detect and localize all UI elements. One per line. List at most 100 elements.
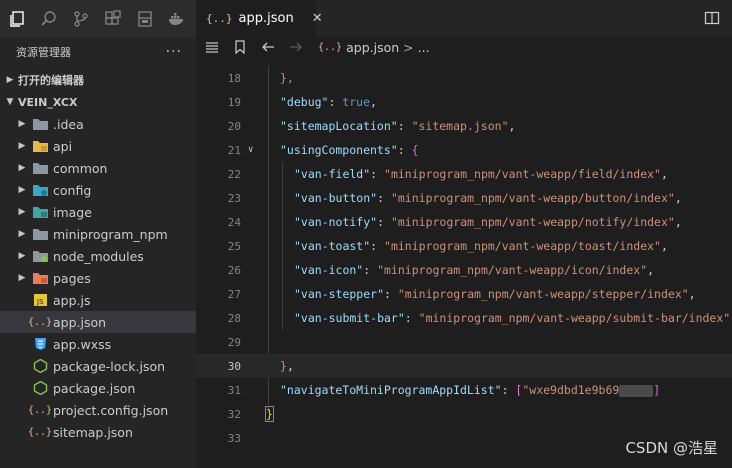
editor-toolbar: {..} app.json > ... (196, 36, 732, 58)
close-icon[interactable]: ✕ (312, 11, 323, 26)
tree-item-label: app.wxss (53, 336, 112, 352)
tree-item-api[interactable]: ▶ api (0, 135, 196, 157)
tree-item-label: config (53, 182, 92, 198)
tree-item-sitemap-json[interactable]: {..} sitemap.json (0, 421, 196, 443)
tab-bar: {..} app.json ✕ (196, 0, 732, 36)
tree-item-app-js[interactable]: JS app.js (0, 289, 196, 311)
remote-explorer-icon[interactable] (132, 6, 158, 32)
code-line: 25 "van-toast": "miniprogram_npm/vant-we… (196, 234, 732, 258)
section-workspace[interactable]: ▼ VEIN_XCX (0, 91, 196, 113)
json-key: "van-field" (294, 167, 371, 181)
code-line: 26 "van-icon": "miniprogram_npm/vant-wea… (196, 258, 732, 282)
line-text: "navigateToMiniProgramAppIdList": ["wxe9… (280, 383, 661, 397)
json-value: "miniprogram_npm/vant-weapp/field/index" (384, 167, 661, 181)
chevron-right-icon: ▶ (18, 163, 26, 173)
line-text: "van-field": "miniprogram_npm/vant-weapp… (294, 167, 668, 181)
line-number: 32 (227, 407, 241, 421)
json-value: "wxe9dbd1e9b69 (522, 383, 620, 397)
tree-item-label: pages (53, 270, 91, 286)
json-key: "debug" (280, 95, 329, 109)
more-actions-icon[interactable]: ··· (166, 44, 182, 60)
tree-item-label: app.json (53, 314, 107, 330)
tree-item-app-json[interactable]: {..} app.json (0, 311, 196, 333)
fold-chevron-down-icon[interactable]: ∨ (248, 145, 253, 155)
extensions-icon[interactable] (100, 6, 126, 32)
docker-icon[interactable] (164, 6, 190, 32)
section-open-editors[interactable]: ▶ 打开的编辑器 (0, 69, 196, 91)
json-key: "sitemapLocation" (280, 119, 398, 133)
json-value: "miniprogram_npm/vant-weapp/notify/index… (390, 215, 675, 229)
code-area[interactable]: 18 }, 19 "debug": true, 20 "sitemapLocat… (196, 66, 732, 468)
tree-item-label: app.js (53, 292, 91, 308)
line-text: "van-button": "miniprogram_npm/vant-weap… (294, 191, 682, 205)
code-line: 23 "van-button": "miniprogram_npm/vant-w… (196, 186, 732, 210)
line-number: 19 (227, 95, 241, 109)
json-file-icon: {..} (27, 316, 53, 328)
source-control-icon[interactable] (68, 6, 94, 32)
json-file-icon: {..} (206, 11, 233, 25)
json-key: "van-notify" (294, 215, 378, 229)
json-value: "miniprogram_npm/vant-weapp/submit-bar/i… (418, 311, 731, 325)
chevron-right-icon: ▶ (18, 251, 26, 261)
json-value: "miniprogram_npm/vant-weapp/stepper/inde… (397, 287, 689, 301)
arrow-left-icon[interactable] (260, 39, 276, 55)
code-line: 32 } (196, 402, 732, 426)
bookmark-icon[interactable] (232, 39, 248, 55)
tree-item-miniprogram-npm[interactable]: ▶ miniprogram_npm (0, 223, 196, 245)
tree-item-project-config-json[interactable]: {..} project.config.json (0, 399, 196, 421)
json-key: "van-submit-bar" (294, 311, 405, 325)
line-text: "usingComponents": { (280, 143, 419, 157)
line-number: 21 (227, 143, 241, 157)
folder-image-icon (32, 204, 48, 220)
breadcrumb-rest[interactable]: ... (418, 40, 430, 55)
line-text: "van-toast": "miniprogram_npm/vant-weapp… (294, 239, 668, 253)
folder-node-icon (32, 248, 48, 264)
json-key: "van-icon" (294, 263, 364, 277)
folder-icon (32, 116, 48, 132)
folder-icon (32, 226, 48, 242)
folder-config-icon (32, 182, 48, 198)
split-editor-icon[interactable] (704, 10, 720, 26)
tree-item-package-json[interactable]: package.json (0, 377, 196, 399)
tab-app-json[interactable]: {..} app.json ✕ (196, 0, 323, 36)
tree-item-pages[interactable]: ▶ pages (0, 267, 196, 289)
chevron-right-icon: ▶ (18, 207, 26, 217)
tree-item-node-modules[interactable]: ▶ node_modules (0, 245, 196, 267)
json-key: "van-toast" (294, 239, 371, 253)
line-number: 31 (227, 383, 241, 397)
list-icon[interactable] (204, 39, 220, 55)
line-text: }, (280, 71, 294, 85)
json-value: "miniprogram_npm/vant-weapp/toast/index" (384, 239, 661, 253)
code-line: 27 "van-stepper": "miniprogram_npm/vant-… (196, 282, 732, 306)
tree-item-package-lock-json[interactable]: package-lock.json (0, 355, 196, 377)
folder-api-icon (32, 138, 48, 154)
line-number: 27 (227, 287, 241, 301)
search-icon[interactable] (36, 6, 62, 32)
json-key: "usingComponents" (280, 143, 398, 157)
breadcrumb: {..} app.json > ... (318, 40, 430, 55)
line-number: 28 (227, 311, 241, 325)
line-text: }, (280, 359, 294, 373)
chevron-right-icon: ▶ (18, 185, 26, 195)
chevron-right-icon: ▶ (18, 229, 26, 239)
arrow-right-icon[interactable] (288, 39, 304, 55)
tree-item-image[interactable]: ▶ image (0, 201, 196, 223)
tree-item-idea[interactable]: ▶ .idea (0, 113, 196, 135)
json-file-icon: {..} (27, 426, 53, 438)
tree-item-config[interactable]: ▶ config (0, 179, 196, 201)
chevron-down-icon: ▼ (6, 97, 14, 107)
section-label: VEIN_XCX (18, 95, 78, 109)
activity-bar (0, 0, 196, 38)
explorer-title: 资源管理器 (16, 46, 71, 59)
json-key: "navigateToMiniProgramAppIdList" (280, 383, 502, 397)
tree-item-common[interactable]: ▶ common (0, 157, 196, 179)
breadcrumb-file[interactable]: app.json (346, 40, 399, 55)
line-number: 29 (227, 335, 241, 349)
closing-brace: }, (280, 71, 294, 85)
js-file-icon: JS (32, 292, 48, 308)
code-line: 19 "debug": true, (196, 90, 732, 114)
folder-pages-icon (32, 270, 48, 286)
explorer-icon[interactable] (4, 6, 30, 32)
tree-item-app-wxss[interactable]: app.wxss (0, 333, 196, 355)
tree-item-label: node_modules (53, 248, 144, 264)
